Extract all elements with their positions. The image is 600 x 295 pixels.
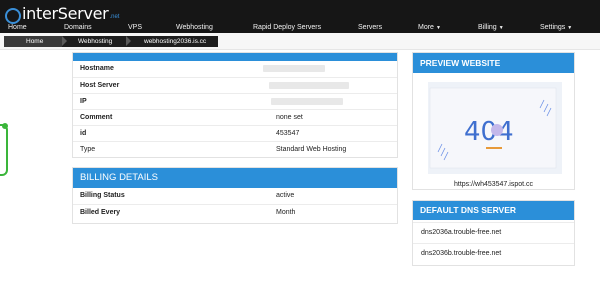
- svg-text:404: 404: [464, 117, 514, 147]
- breadcrumb-home[interactable]: Home: [26, 36, 43, 47]
- billing-status-value: active: [276, 192, 295, 199]
- billing-details-card: BILLING DETAILS Billing Status active Bi…: [72, 167, 398, 224]
- logo-text: interServer: [22, 4, 109, 23]
- nav-settings[interactable]: Settings ▼: [540, 23, 572, 33]
- table-row: IP: [73, 93, 397, 109]
- breadcrumb-webhosting[interactable]: Webhosting: [78, 36, 112, 47]
- nav-home[interactable]: Home: [8, 23, 27, 33]
- preview-website-card: PREVIEW WEBSITE 404 https://wh453547.isp…: [412, 52, 575, 190]
- table-row: Host Server: [73, 77, 397, 93]
- list-item: dns2036a.trouble-free.net: [413, 222, 574, 242]
- default-dns-title: DEFAULT DNS SERVER: [413, 201, 574, 220]
- logo[interactable]: interServer .net: [5, 3, 120, 24]
- host-server-label: Host Server: [80, 82, 120, 89]
- id-value: 453547: [276, 130, 300, 137]
- nav-billing[interactable]: Billing ▼: [478, 23, 504, 33]
- logo-tld: .net: [109, 14, 120, 20]
- billing-details-title: BILLING DETAILS: [73, 168, 397, 188]
- caret-down-icon: ▼: [435, 25, 441, 31]
- nav-rapid-deploy-servers[interactable]: Rapid Deploy Servers: [253, 23, 321, 33]
- website-preview-thumbnail[interactable]: 404: [428, 82, 562, 192]
- status-dot-icon: [2, 123, 8, 129]
- logo-mark-icon: [5, 8, 21, 24]
- table-row: Comment none set: [73, 109, 397, 125]
- hostname-label: Hostname: [80, 65, 114, 72]
- default-dns-card: DEFAULT DNS SERVER dns2036a.trouble-free…: [412, 200, 575, 266]
- billed-every-value: Month: [276, 209, 296, 216]
- preview-website-title: PREVIEW WEBSITE: [413, 53, 574, 73]
- nav-servers[interactable]: Servers: [358, 23, 382, 33]
- main-nav: Home Domains VPS Webhosting Rapid Deploy…: [0, 23, 600, 33]
- table-row: Billing Status active: [73, 188, 397, 204]
- table-row: Type Standard Web Hosting: [73, 141, 397, 157]
- nav-vps[interactable]: VPS: [128, 23, 142, 33]
- nav-webhosting[interactable]: Webhosting: [176, 23, 213, 33]
- comment-value: none set: [276, 114, 303, 121]
- list-item: dns2036b.trouble-free.net: [413, 243, 574, 263]
- preview-url[interactable]: https://wh453547.ispot.cc: [413, 181, 574, 188]
- type-value: Standard Web Hosting: [276, 146, 347, 153]
- breadcrumb: Home Webhosting webhosting2036.is.cc: [4, 36, 218, 47]
- table-row: Billed Every Month: [73, 204, 397, 220]
- table-row: Hostname: [73, 61, 397, 77]
- billed-every-label: Billed Every: [80, 209, 121, 216]
- details-card-header: [73, 53, 397, 61]
- breadcrumb-bar: Home Webhosting webhosting2036.is.cc: [0, 33, 600, 50]
- breadcrumb-separator-icon: [126, 36, 131, 46]
- redacted-value: [271, 98, 343, 105]
- ip-label: IP: [80, 98, 87, 105]
- billing-status-label: Billing Status: [80, 192, 125, 199]
- side-feedback-tab[interactable]: [0, 124, 8, 176]
- table-row: id 453547: [73, 125, 397, 141]
- nav-domains[interactable]: Domains: [64, 23, 92, 33]
- caret-down-icon: ▼: [567, 25, 573, 31]
- nav-more[interactable]: More ▼: [418, 23, 441, 33]
- top-navbar: interServer .net Home Domains VPS Webhos…: [0, 0, 600, 33]
- redacted-value: [263, 65, 325, 72]
- breadcrumb-current: webhosting2036.is.cc: [144, 38, 207, 45]
- redacted-value: [269, 82, 349, 89]
- comment-label: Comment: [80, 114, 113, 121]
- breadcrumb-separator-icon: [62, 36, 67, 46]
- type-label: Type: [80, 146, 96, 153]
- id-label: id: [80, 130, 87, 137]
- service-details-card: Hostname Host Server IP Comment none set…: [72, 52, 398, 158]
- caret-down-icon: ▼: [498, 25, 504, 31]
- dns-server-value: dns2036b.trouble-free.net: [421, 250, 502, 257]
- dns-server-value: dns2036a.trouble-free.net: [421, 229, 502, 236]
